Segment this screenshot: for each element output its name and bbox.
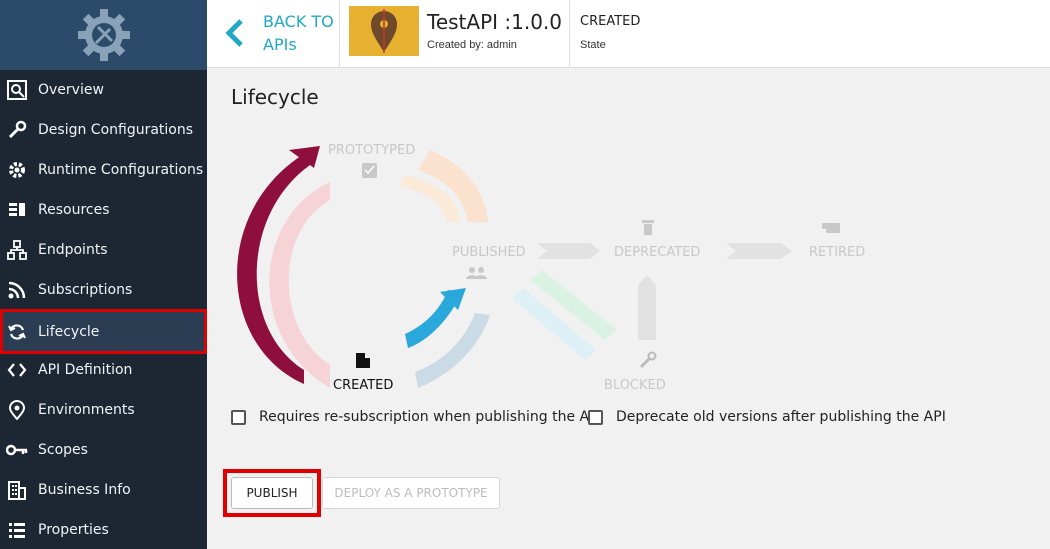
sidebar-item-label: Business Info (38, 482, 131, 498)
lifecycle-arrow-published-to-deprecated (537, 243, 600, 259)
sidebar-item-label: Overview (38, 82, 104, 98)
wrench-icon (639, 351, 657, 369)
page-title: Lifecycle (231, 85, 319, 109)
sidebar-item-label: Resources (38, 202, 110, 218)
endpoints-icon (6, 239, 28, 261)
list-icon (6, 519, 28, 541)
lifecycle-diagram: PROTOTYPED PUBLISHED DEPRECATED RETIRED … (207, 120, 1050, 410)
stage-created: CREATED (333, 378, 394, 393)
sidebar-item-lifecycle[interactable]: Lifecycle (0, 309, 207, 354)
sidebar-item-resources[interactable]: Resources (0, 190, 207, 230)
sidebar-item-label: Properties (38, 522, 109, 538)
rss-icon (6, 279, 28, 301)
code-icon (6, 359, 28, 381)
stage-deprecated[interactable]: DEPRECATED (614, 245, 700, 260)
sidebar-item-runtime-configurations[interactable]: Runtime Configurations (0, 150, 207, 190)
sidebar-item-api-definition[interactable]: API Definition (0, 350, 207, 390)
sidebar-item-label: Scopes (38, 442, 88, 458)
retired-icon (822, 223, 840, 233)
chevron-left-icon (225, 19, 243, 47)
deprecate-old-checkbox[interactable] (588, 409, 603, 425)
stage-retired[interactable]: RETIRED (809, 245, 865, 260)
sidebar-item-overview[interactable]: Overview (0, 70, 207, 110)
gear-icon (6, 159, 28, 181)
state-label: State (580, 39, 606, 51)
sidebar-item-business-info[interactable]: Business Info (0, 470, 207, 510)
back-label-line2: APIs (263, 35, 297, 54)
sidebar-item-label: Runtime Configurations (38, 162, 204, 178)
document-icon (356, 353, 370, 368)
trash-icon (642, 220, 654, 235)
sidebar-item-label: Subscriptions (38, 282, 133, 298)
sidebar-item-subscriptions[interactable]: Subscriptions (0, 270, 207, 310)
sidebar-item-label: Lifecycle (38, 323, 100, 340)
resubscription-label: Requires re-subscription when publishing… (259, 409, 602, 425)
stage-blocked[interactable]: BLOCKED (604, 378, 666, 393)
api-name: TestAPI :1.0.0 (427, 10, 563, 34)
api-thumbnail (349, 6, 419, 56)
api-state: CREATED State (569, 0, 640, 68)
key-icon (6, 439, 28, 461)
refresh-icon (6, 321, 28, 343)
api-header: BACK TO APIs TestAPI :1.0.0 Created by: … (207, 0, 1050, 68)
deprecate-old-option[interactable]: Deprecate old versions after publishing … (588, 409, 946, 425)
lifecycle-arrow-published-to-blocked (530, 270, 617, 340)
sidebar-item-label: Environments (38, 402, 135, 418)
back-to-apis-link[interactable]: BACK TO APIs (207, 0, 340, 68)
stage-published[interactable]: PUBLISHED (452, 245, 526, 260)
back-label-line1: BACK TO (263, 12, 334, 31)
sidebar-item-properties[interactable]: Properties (0, 510, 207, 549)
users-icon (466, 267, 487, 279)
sidebar: Overview Design Configurations Runtime C… (0, 0, 207, 549)
location-pin-icon (6, 399, 28, 421)
resubscription-checkbox[interactable] (231, 409, 246, 425)
sidebar-item-scopes[interactable]: Scopes (0, 430, 207, 470)
resources-icon (6, 199, 28, 221)
state-value: CREATED (580, 14, 641, 29)
sidebar-item-design-configurations[interactable]: Design Configurations (0, 110, 207, 150)
map-pin-icon (371, 9, 397, 53)
publish-button[interactable]: PUBLISH (231, 477, 313, 509)
deploy-prototype-button[interactable]: DEPLOY AS A PROTOTYPE (322, 477, 500, 509)
gear-tools-icon (77, 9, 130, 61)
sidebar-item-label: API Definition (38, 362, 133, 378)
deprecate-old-label: Deprecate old versions after publishing … (616, 409, 946, 425)
overview-icon (6, 79, 28, 101)
lifecycle-arrow-blocked-to-deprecated (638, 275, 656, 340)
app-logo (0, 0, 207, 70)
lifecycle-arrow-deprecated-to-retired (726, 243, 792, 259)
api-created-by: Created by: admin (427, 39, 517, 51)
stage-prototyped[interactable]: PROTOTYPED (328, 143, 415, 158)
sidebar-item-endpoints[interactable]: Endpoints (0, 230, 207, 270)
resubscription-option[interactable]: Requires re-subscription when publishing… (231, 409, 602, 425)
building-icon (6, 479, 28, 501)
sidebar-item-environments[interactable]: Environments (0, 390, 207, 430)
sidebar-item-label: Endpoints (38, 242, 108, 258)
wrench-icon (6, 119, 28, 141)
sidebar-item-label: Design Configurations (38, 122, 194, 138)
